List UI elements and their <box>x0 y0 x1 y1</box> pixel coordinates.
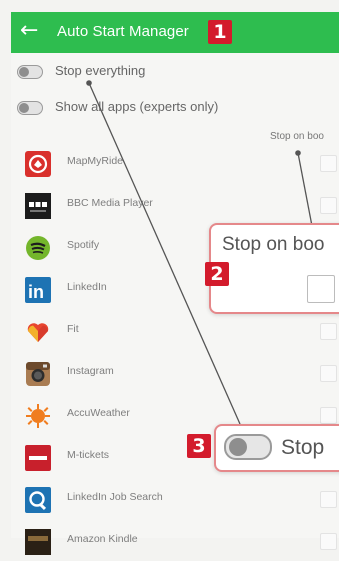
callout-badge-2: 2 <box>205 262 229 286</box>
stop-toggle-callout: Stop <box>214 424 339 472</box>
callout-label: Stop on boo <box>222 234 325 255</box>
callout-label: Stop <box>281 436 325 459</box>
stop-on-boot-checkbox-zoomed[interactable] <box>307 275 335 303</box>
callout-badge-3: 3 <box>187 434 211 458</box>
stop-everything-toggle-zoomed[interactable] <box>224 434 272 460</box>
